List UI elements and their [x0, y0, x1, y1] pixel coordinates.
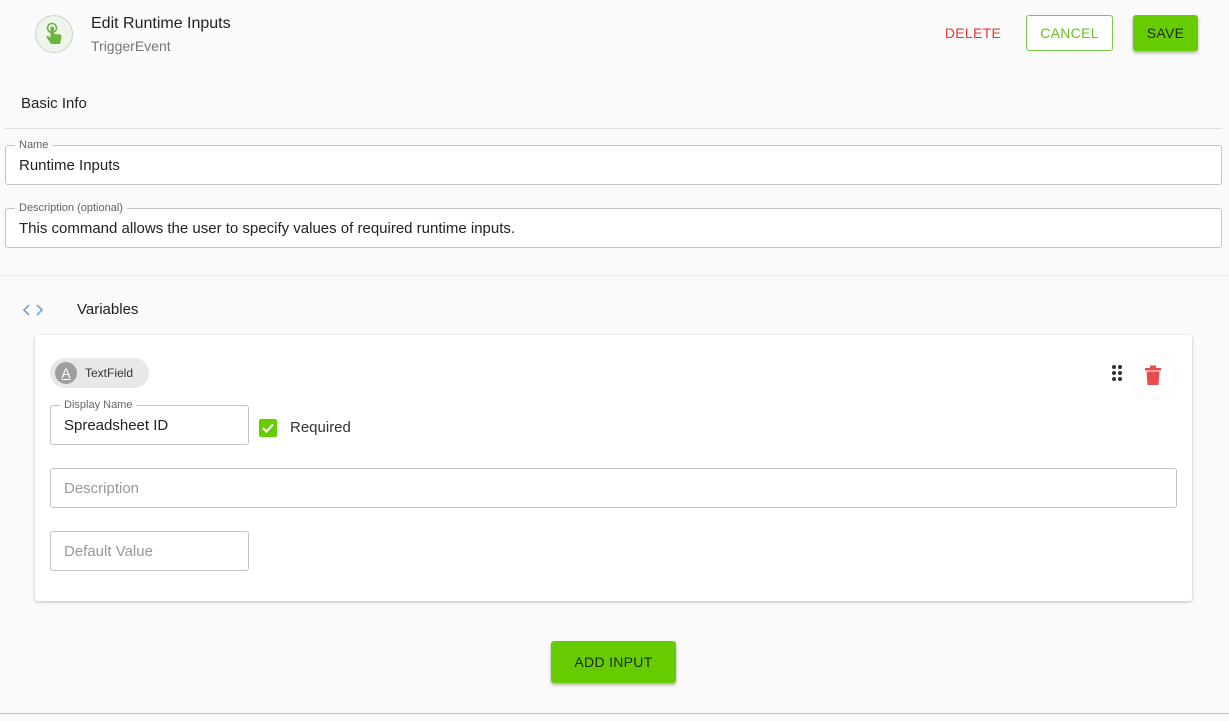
- default-value-placeholder: Default Value: [64, 542, 153, 560]
- variables-heading: Variables: [77, 301, 139, 318]
- variable-description-input[interactable]: Description: [50, 468, 1177, 508]
- name-field[interactable]: Name Runtime Inputs: [5, 138, 1222, 185]
- add-input-button[interactable]: ADD INPUT: [551, 641, 676, 683]
- description-field[interactable]: Description (optional) This command allo…: [5, 201, 1222, 248]
- delete-variable-button[interactable]: [1131, 354, 1175, 398]
- name-field-value: Runtime Inputs: [19, 156, 120, 174]
- description-field-value: This command allows the user to specify …: [19, 219, 516, 237]
- required-label: Required: [290, 419, 351, 436]
- bottom-divider: [0, 713, 1229, 714]
- save-button[interactable]: SAVE: [1133, 15, 1198, 51]
- variable-card: A TextField Display Name Spreadsheet ID …: [35, 335, 1192, 601]
- basic-info-heading: Basic Info: [21, 95, 87, 112]
- header: Edit Runtime Inputs TriggerEvent DELETE …: [0, 0, 1229, 70]
- type-chip: A TextField: [50, 358, 149, 388]
- trash-icon: [1145, 365, 1161, 385]
- touch-hand-icon: [35, 15, 73, 53]
- drag-handle-icon[interactable]: [1111, 364, 1123, 387]
- checkmark-icon: [262, 423, 274, 433]
- display-name-value: Spreadsheet ID: [64, 416, 169, 434]
- page-subtitle: TriggerEvent: [91, 38, 171, 54]
- page-title: Edit Runtime Inputs: [91, 15, 231, 32]
- variable-description-placeholder: Description: [64, 479, 140, 497]
- divider: [5, 128, 1222, 129]
- cancel-button[interactable]: CANCEL: [1026, 15, 1113, 51]
- display-name-field[interactable]: Display Name Spreadsheet ID: [50, 398, 249, 445]
- divider: [0, 275, 1229, 276]
- code-brackets-icon: [22, 301, 44, 324]
- text-field-icon: A: [55, 362, 77, 384]
- required-checkbox[interactable]: [259, 419, 277, 437]
- default-value-input[interactable]: Default Value: [50, 531, 249, 571]
- type-chip-label: TextField: [85, 366, 134, 380]
- delete-button[interactable]: DELETE: [936, 15, 1010, 51]
